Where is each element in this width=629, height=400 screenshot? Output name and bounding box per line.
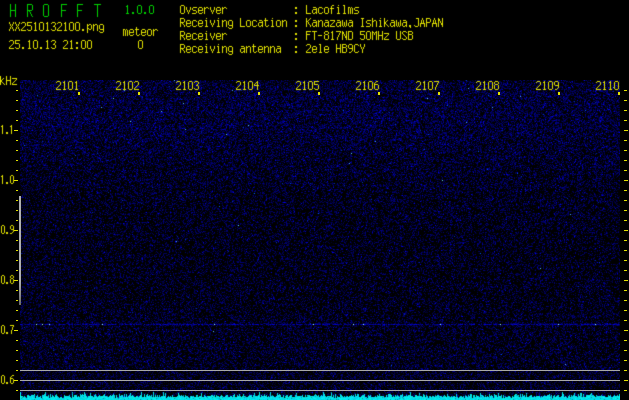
- freq-label: 0.9: [1, 225, 19, 238]
- axis-tick: [15, 309, 19, 312]
- time-label: 2106: [356, 80, 380, 93]
- axis-tick: [258, 91, 260, 95]
- axis-tick: [624, 349, 627, 352]
- level-ref-line-3: [20, 390, 620, 391]
- axis-tick: [318, 91, 320, 95]
- axis-tick: [624, 129, 629, 132]
- freq-axis-unit: kHz: [0, 75, 17, 88]
- freq-label: 0.8: [1, 275, 19, 288]
- axis-tick: [624, 209, 627, 212]
- axis-tick: [624, 299, 627, 302]
- axis-tick: [15, 89, 19, 92]
- axis-tick: [624, 339, 627, 342]
- axis-tick: [624, 309, 627, 312]
- axis-tick: [624, 269, 627, 272]
- axis-tick: [15, 339, 19, 342]
- axis-tick: [15, 99, 19, 102]
- axis-tick: [624, 279, 629, 282]
- axis-tick: [624, 289, 627, 292]
- axis-tick: [624, 239, 627, 242]
- axis-tick: [624, 369, 627, 372]
- axis-tick: [624, 149, 627, 152]
- axis-tick: [15, 369, 19, 372]
- axis-tick: [624, 179, 629, 182]
- freq-label: 0.6: [1, 375, 19, 388]
- axis-tick: [624, 319, 627, 322]
- axis-tick: [624, 99, 627, 102]
- axis-tick: [618, 91, 620, 95]
- axis-tick: [78, 91, 80, 95]
- axis-tick: [15, 109, 19, 112]
- axis-tick: [15, 359, 19, 362]
- axis-tick: [624, 89, 627, 92]
- axis-tick: [15, 119, 19, 122]
- axis-tick: [15, 349, 19, 352]
- axis-tick: [624, 159, 627, 162]
- time-label: 2107: [416, 80, 440, 93]
- time-label: 2102: [116, 80, 140, 93]
- freq-label: 1.1: [1, 125, 19, 138]
- axis-tick: [15, 169, 19, 172]
- axis-tick: [624, 249, 627, 252]
- time-label: 2109: [536, 80, 560, 93]
- axis-tick: [624, 259, 627, 262]
- axis-pixel-text: [0, 0, 629, 400]
- axis-tick: [624, 329, 629, 332]
- axis-tick: [624, 189, 627, 192]
- axis-tick: [624, 379, 629, 382]
- hrofft-window: H R O F F T 1.0.0 XX2510132100.png meteo…: [0, 0, 629, 400]
- axis-tick: [15, 189, 19, 192]
- level-ref-line-2: [20, 380, 620, 381]
- time-label: 2104: [236, 80, 260, 93]
- time-label: 2110: [596, 80, 620, 93]
- axis-tick: [624, 169, 627, 172]
- axis-tick: [624, 219, 627, 222]
- axis-tick: [498, 91, 500, 95]
- time-label: 2103: [176, 80, 200, 93]
- axis-tick: [624, 119, 627, 122]
- freq-label: 1.0: [1, 175, 19, 188]
- axis-tick: [624, 359, 627, 362]
- axis-tick: [624, 109, 627, 112]
- axis-tick: [624, 199, 627, 202]
- axis-tick: [378, 91, 380, 95]
- axis-tick: [138, 91, 140, 95]
- axis-tick: [15, 139, 19, 142]
- axis-tick: [438, 91, 440, 95]
- level-ref-line-1: [20, 370, 620, 371]
- axis-tick: [15, 149, 19, 152]
- axis-tick: [558, 91, 560, 95]
- time-label: 2108: [476, 80, 500, 93]
- freq-label: 0.7: [1, 325, 19, 338]
- axis-tick: [624, 389, 627, 392]
- axis-tick: [15, 389, 19, 392]
- axis-tick: [15, 319, 19, 322]
- vertical-marker-line: [19, 196, 21, 305]
- time-label: 2101: [56, 80, 80, 93]
- axis-tick: [15, 159, 19, 162]
- axis-tick: [624, 229, 629, 232]
- time-label: 2105: [296, 80, 320, 93]
- axis-tick: [624, 139, 627, 142]
- axis-tick: [198, 91, 200, 95]
